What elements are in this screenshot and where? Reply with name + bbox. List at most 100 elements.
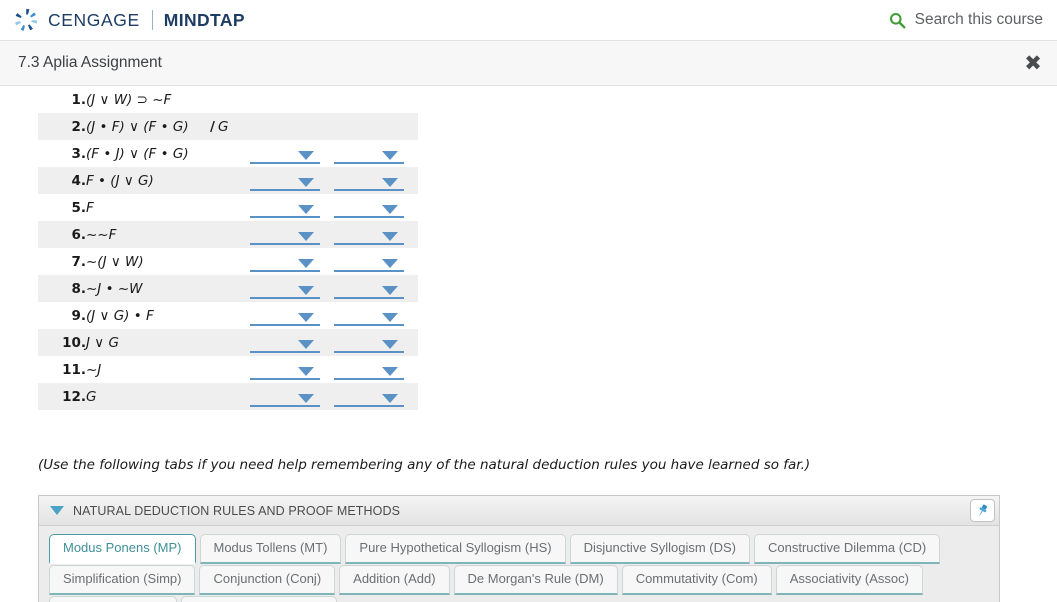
chevron-down-icon [298,258,314,268]
rule-dropdown[interactable] [334,171,404,191]
tab-row: Distribution (Dist)Double Negation (DN) [49,596,999,602]
conclusion-slash: / [210,118,215,135]
rules-tab-list: Modus Ponens (MP) Modus Tollens (MT) Pure … [39,526,999,602]
rule-tab[interactable]: Double Negation (DN) [180,596,337,602]
dropdown-underline [250,350,320,353]
rule-tab[interactable]: Commutativity (Com) [621,565,772,595]
chevron-down-icon [298,312,314,322]
search-course-button[interactable]: Search this course [889,0,1043,40]
rule-dropdown[interactable] [334,144,404,164]
chevron-down-icon [382,285,398,295]
proof-line-formula: (J ∨ G) • F [86,307,154,324]
pushpin-icon [979,504,988,516]
proof-line-formula: (F • J) ∨ (F • G) [86,145,189,162]
rule-select-cell [334,302,418,329]
brand-header: CENGAGE MINDTAP Search this course [0,0,1057,41]
rule-tab[interactable]: Disjunctive Syllogism (DS) [569,534,751,564]
proof-row: 4. F • (J ∨ G) [38,167,418,194]
dropdown-underline [334,323,404,326]
dropdown-underline [334,242,404,245]
dropdown-underline [334,188,404,191]
proof-line-number: 6. [71,226,86,243]
chevron-down-icon [298,204,314,214]
proof-line-number: 8. [71,280,86,297]
line-reference-cell [250,113,334,140]
proof-conclusion-marker [210,329,250,356]
proof-line-number: 7. [71,253,86,270]
chevron-down-icon [298,339,314,349]
rule-tab[interactable]: Associativity (Assoc) [775,565,923,595]
proof-conclusion-marker [210,167,250,194]
rule-dropdown[interactable] [334,225,404,245]
accordion-title: NATURAL DEDUCTION RULES AND PROOF METHOD… [73,503,401,518]
rule-dropdown[interactable] [334,279,404,299]
line-reference-cell [250,275,334,302]
dropdown-underline [250,215,320,218]
rule-dropdown[interactable] [334,387,404,407]
rule-tab[interactable]: Distribution (Dist) [49,596,177,602]
rule-tab[interactable]: Conjunction (Conj) [199,565,336,595]
rule-dropdown[interactable] [334,252,404,272]
rule-tab[interactable]: Addition (Add) [339,565,450,595]
proof-row: 7. ~(J ∨ W) [38,248,418,275]
line-reference-dropdown[interactable] [250,252,320,272]
line-reference-dropdown[interactable] [250,225,320,245]
line-reference-dropdown[interactable] [250,144,320,164]
rule-select-cell [334,248,418,275]
dropdown-underline [250,161,320,164]
chevron-down-icon [298,231,314,241]
rule-dropdown[interactable] [334,360,404,380]
line-reference-dropdown[interactable] [250,171,320,191]
rule-tab[interactable]: Constructive Dilemma (CD) [754,534,941,564]
proof-line-number: 12. [62,388,86,405]
proof-line-formula: F • (J ∨ G) [86,172,154,189]
line-reference-dropdown[interactable] [250,306,320,326]
proof-table: 1. (J ∨ W) ⊃ ~F 2. (J • F) ∨ (F • G) / G 3. (F … [38,86,418,410]
page-title: 7.3 Aplia Assignment [18,54,162,71]
dropdown-underline [334,269,404,272]
rule-dropdown[interactable] [334,306,404,326]
line-reference-dropdown[interactable] [250,333,320,353]
close-icon[interactable]: ✖ [1022,52,1044,74]
line-reference-cell [250,140,334,167]
helper-note: (Use the following tabs if you need help… [38,457,811,473]
proof-line-number: 3. [71,145,86,162]
search-label: Search this course [914,11,1043,28]
rule-dropdown[interactable] [334,198,404,218]
proof-line-formula: ~~F [86,226,117,243]
assignment-title-bar: 7.3 Aplia Assignment ✖ [0,41,1057,86]
proof-row: 8. ~J • ~W [38,275,418,302]
proof-row: 12. G [38,383,418,410]
rule-tab[interactable]: Pure Hypothetical Syllogism (HS) [345,534,566,564]
dropdown-underline [250,377,320,380]
line-reference-cell [250,167,334,194]
accordion-header[interactable]: NATURAL DEDUCTION RULES AND PROOF METHOD… [39,496,999,526]
line-reference-dropdown[interactable] [250,279,320,299]
dropdown-underline [250,296,320,299]
proof-row: 6. ~~F [38,221,418,248]
rule-tab[interactable]: De Morgan's Rule (DM) [453,565,618,595]
rule-select-cell [334,140,418,167]
chevron-down-icon [382,231,398,241]
rule-tab[interactable]: Modus Tollens (MT) [199,534,342,564]
proof-conclusion-marker [210,302,250,329]
line-reference-cell [250,221,334,248]
rule-dropdown[interactable] [334,333,404,353]
proof-conclusion-marker [210,275,250,302]
dropdown-underline [334,377,404,380]
pushpin-button[interactable] [970,499,995,522]
cengage-logo[interactable]: CENGAGE MINDTAP [13,7,245,33]
tab-row: Modus Ponens (MP) Modus Tollens (MT) Pure … [49,534,999,564]
rule-tab[interactable]: Simplification (Simp) [49,565,196,595]
line-reference-dropdown[interactable] [250,360,320,380]
line-reference-dropdown[interactable] [250,387,320,407]
proof-row: 10. J ∨ G [38,329,418,356]
line-reference-cell [250,302,334,329]
line-reference-dropdown[interactable] [250,198,320,218]
proof-conclusion-marker [210,383,250,410]
rule-tab[interactable]: Modus Ponens (MP) [49,534,196,564]
proof-line-formula: ~J [86,361,102,378]
chevron-down-icon [382,258,398,268]
proof-line-number: 1. [71,91,86,108]
proof-line-formula: G [86,388,97,405]
